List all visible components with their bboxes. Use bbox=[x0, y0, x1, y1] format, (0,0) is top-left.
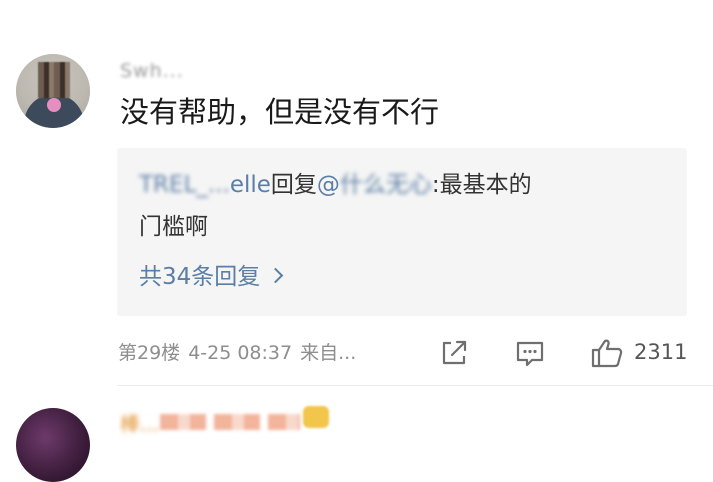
reply-line: TREL_...elle回复@什么无心:最基本的 bbox=[139, 170, 532, 200]
comment-datetime: 4-25 08:37 bbox=[188, 342, 293, 364]
vip-badge-icon bbox=[303, 406, 329, 428]
username[interactable]: 棒... bbox=[120, 408, 159, 437]
reply-verb: 回复 bbox=[270, 172, 317, 198]
comment-meta: 第29楼 4-25 08:37 来自... bbox=[118, 340, 356, 366]
redacted-username-blocks bbox=[160, 414, 300, 430]
reply-text-line2: 门槛啊 bbox=[139, 214, 208, 240]
avatar[interactable] bbox=[16, 408, 90, 482]
reply-mention[interactable]: @什么无心 bbox=[317, 172, 432, 198]
next-comment-item: 棒... bbox=[0, 386, 713, 482]
share-button[interactable] bbox=[438, 337, 470, 369]
comment-source: 来自... bbox=[300, 342, 357, 364]
reply-colon: : bbox=[431, 172, 440, 198]
mention-at: @ bbox=[316, 172, 340, 198]
reply-author-suffix: elle bbox=[229, 172, 271, 198]
mention-name: 什么无心 bbox=[339, 172, 432, 198]
reply-preview[interactable]: TREL_...elle回复@什么无心:最基本的 门槛啊 共34条回复 bbox=[117, 148, 687, 316]
avatar[interactable] bbox=[16, 54, 90, 128]
comment-button[interactable] bbox=[514, 337, 546, 369]
comment-item: Swh... 没有帮助，但是没有不行 TREL_...elle回复@什么无心:最… bbox=[0, 0, 713, 386]
comment-text: 没有帮助，但是没有不行 bbox=[120, 95, 440, 129]
floor-number: 第29楼 bbox=[118, 342, 181, 364]
more-replies-label: 共34条回复 bbox=[139, 264, 261, 290]
reply-author-prefix: TREL_... bbox=[139, 172, 230, 198]
chevron-right-icon bbox=[268, 267, 284, 284]
username[interactable]: Swh... bbox=[120, 60, 184, 82]
like-button[interactable]: 2311 bbox=[590, 337, 687, 369]
thumbs-up-icon bbox=[591, 339, 623, 368]
like-count: 2311 bbox=[634, 340, 688, 364]
more-replies-link[interactable]: 共34条回复 bbox=[139, 262, 284, 292]
reply-author[interactable]: TREL_...elle bbox=[139, 172, 271, 198]
comment-bubble-icon bbox=[516, 341, 544, 367]
share-edit-icon bbox=[442, 340, 467, 365]
username-text: 棒... bbox=[120, 412, 160, 436]
reply-text-line1: 最基本的 bbox=[439, 172, 532, 198]
